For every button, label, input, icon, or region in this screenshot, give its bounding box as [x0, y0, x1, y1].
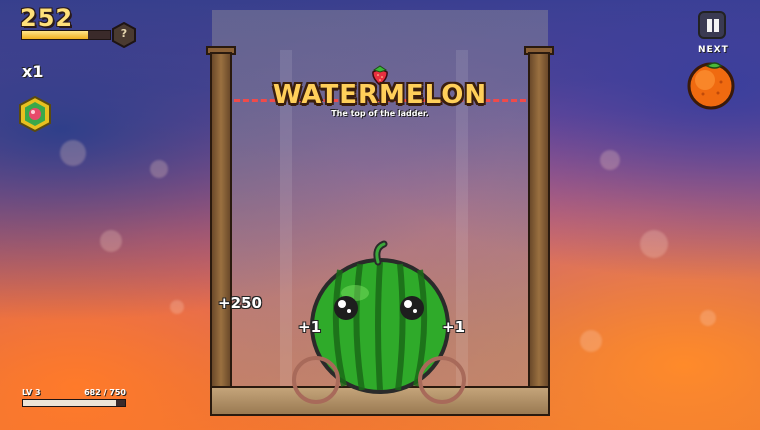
xp-text: 682 / 750 [84, 388, 126, 397]
next-label: NEXT [698, 45, 729, 55]
orange-icon [687, 62, 735, 110]
right-wooden-post [528, 52, 550, 402]
bokeh-light [170, 300, 184, 314]
score-value: 252 [20, 4, 74, 32]
level-label: LV 3 [22, 388, 41, 397]
xp-progress-fill [23, 400, 116, 406]
bokeh-light [640, 230, 668, 258]
pause-icon [714, 19, 719, 32]
merge-ring [418, 356, 466, 404]
left-wooden-post [210, 52, 232, 402]
help-button[interactable]: ? [112, 21, 136, 49]
score-progress-fill [22, 31, 88, 39]
powerup-button[interactable] [19, 95, 51, 133]
score-progress-bar [21, 30, 111, 40]
next-fruit-preview [685, 58, 737, 110]
help-glyph: ? [120, 27, 128, 40]
bokeh-light [580, 330, 602, 352]
pause-button[interactable] [698, 11, 726, 39]
level-panel: LV 3 682 / 750 [22, 388, 126, 407]
bokeh-light [60, 140, 86, 166]
xp-progress-bar [22, 399, 126, 407]
bokeh-light [600, 150, 620, 170]
bonus-popup: +1 [298, 318, 322, 336]
bokeh-light [150, 160, 168, 178]
merge-ring [292, 356, 340, 404]
pause-icon [707, 19, 712, 32]
bokeh-light [700, 310, 716, 326]
score-popup: +250 [218, 294, 262, 312]
bonus-popup: +1 [442, 318, 466, 336]
fruit-hex-badge-icon [19, 95, 51, 133]
goal-title: WATERMELON [272, 80, 488, 110]
goal-subtitle: The top of the ladder. [331, 109, 429, 118]
multiplier-value: x1 [22, 62, 44, 81]
bokeh-light [100, 230, 122, 252]
